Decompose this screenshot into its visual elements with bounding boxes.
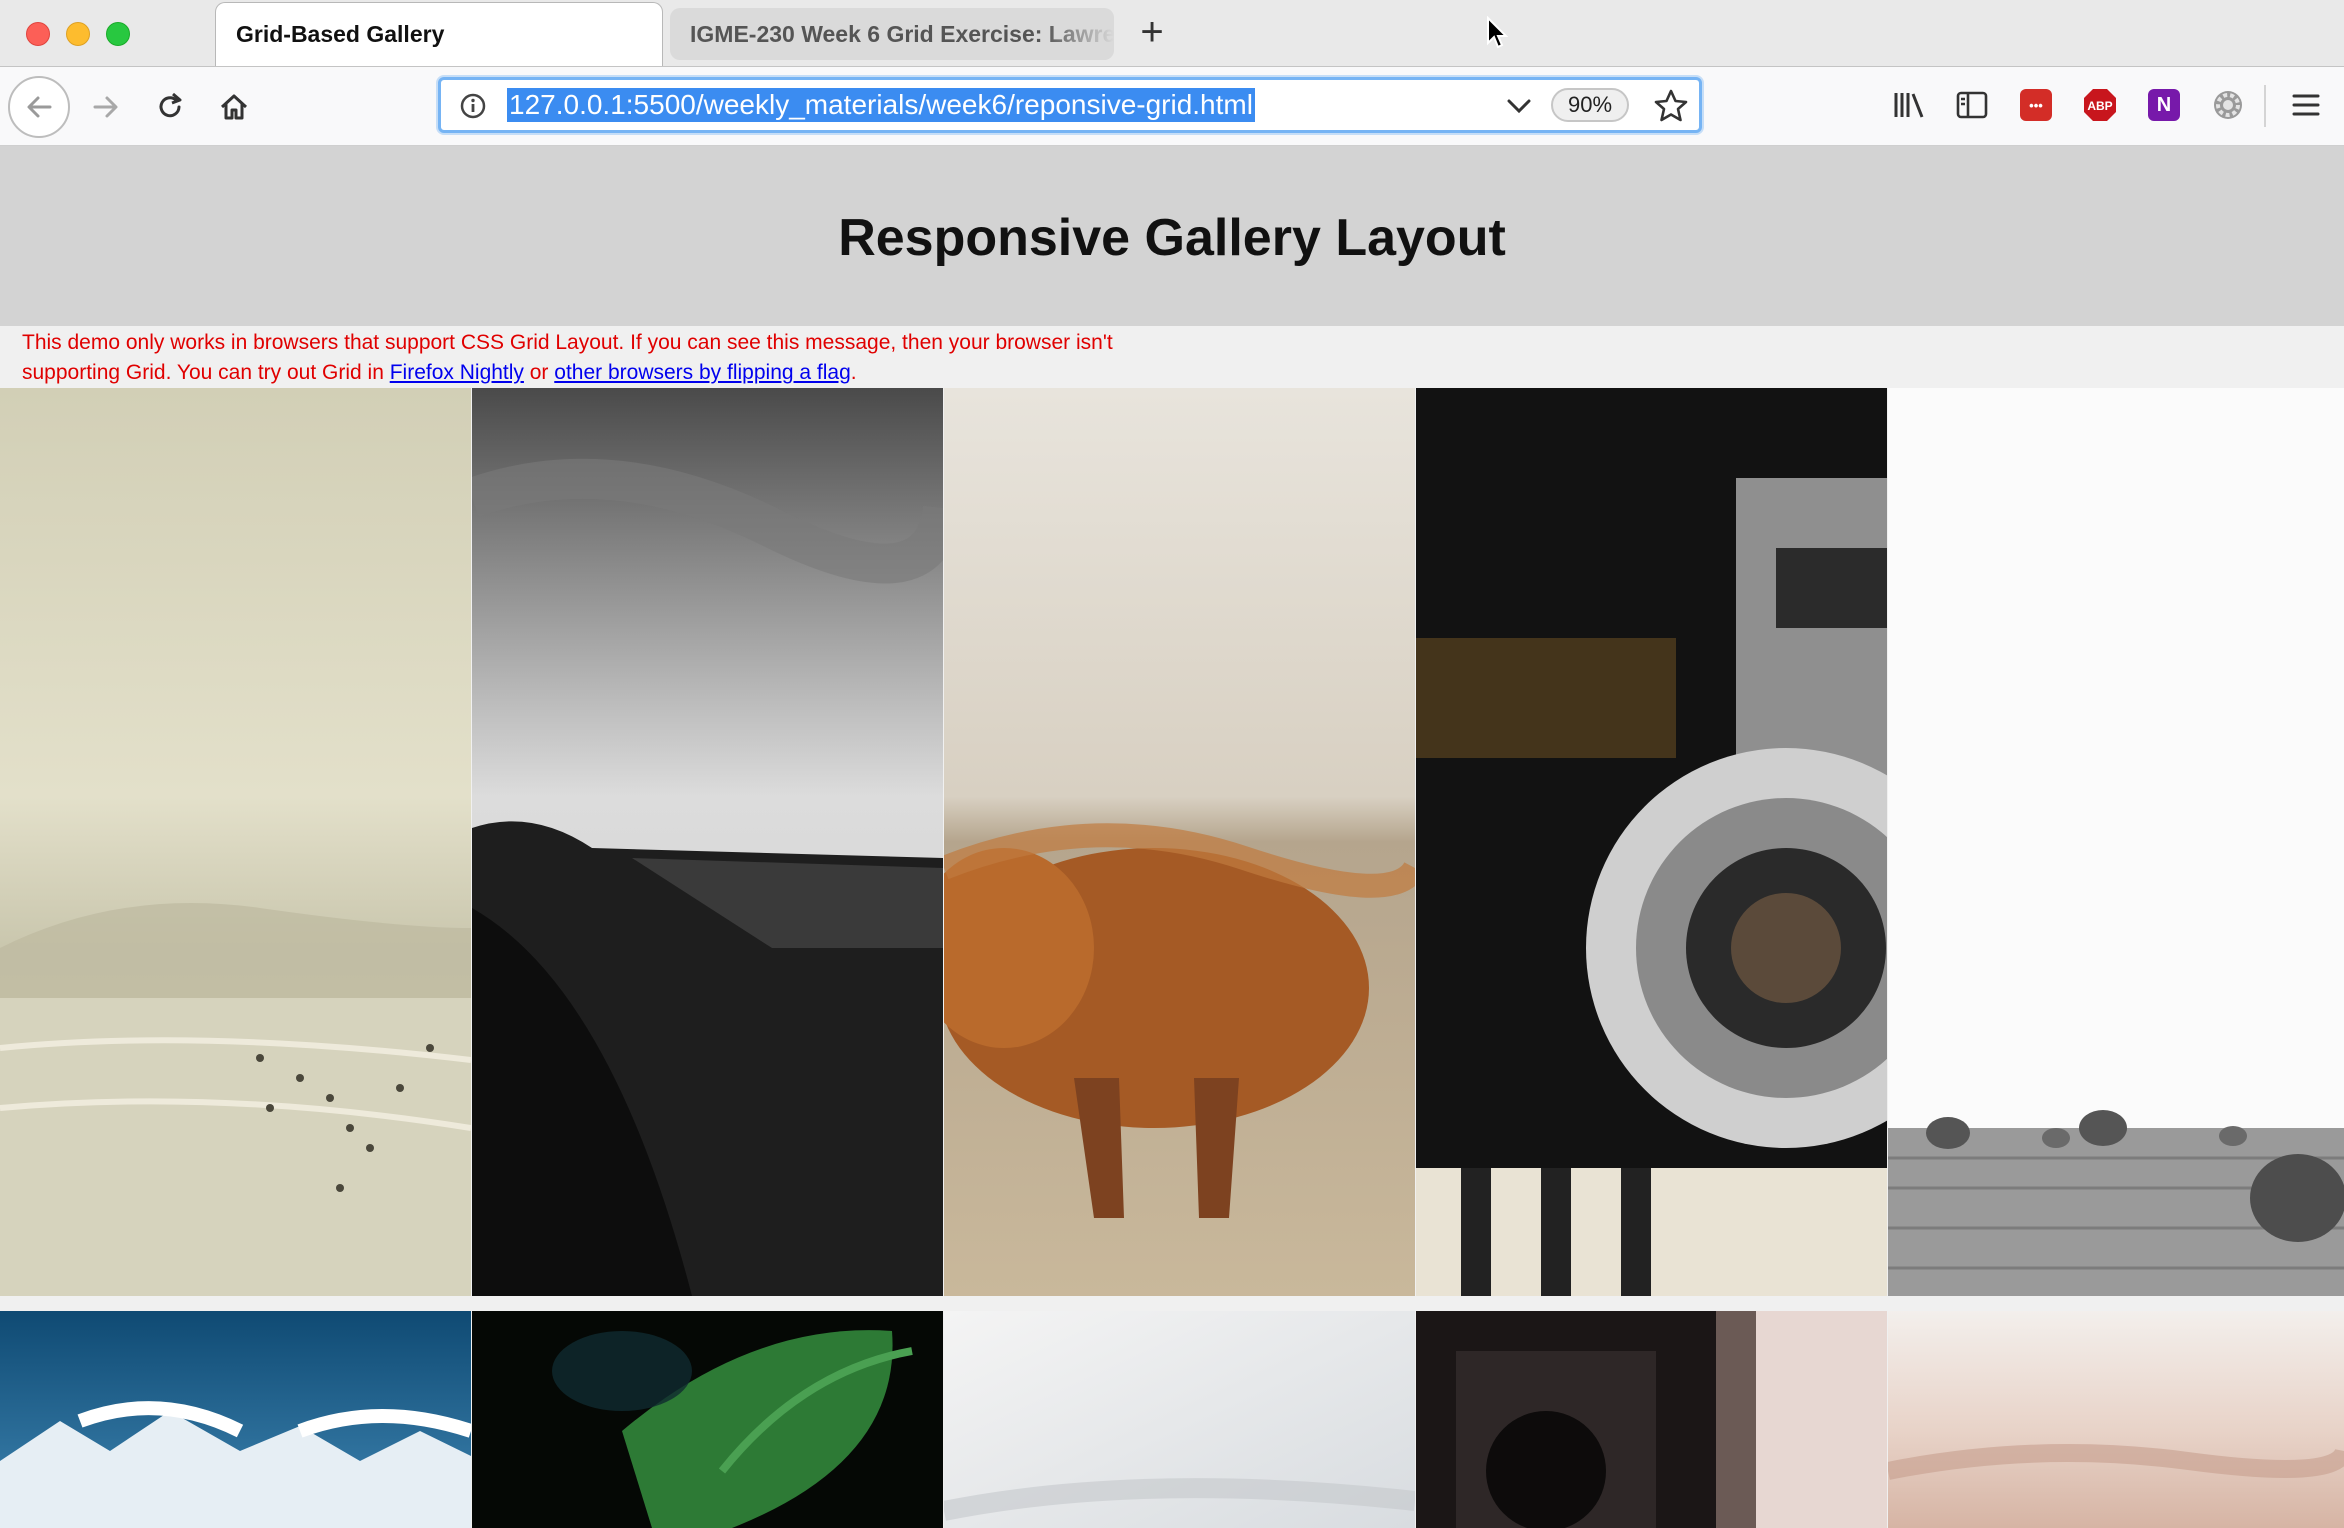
navigation-toolbar: 127.0.0.1:5500/weekly_materials/week6/re… [0,67,2344,146]
gallery-image-camera-closeup[interactable] [1416,1311,1887,1528]
library-button[interactable] [1890,85,1930,125]
new-tab-button[interactable]: + [1130,10,1174,54]
reload-button[interactable] [146,83,194,131]
sidebar-button[interactable] [1952,85,1992,125]
page-title: Responsive Gallery Layout [838,209,1506,267]
url-bar[interactable]: 127.0.0.1:5500/weekly_materials/week6/re… [438,77,1702,133]
tab-label: IGME-230 Week 6 Grid Exercise: Lawrence [690,21,1114,47]
onenote-button[interactable]: N [2144,85,2184,125]
maximize-window-button[interactable] [106,22,130,46]
extension-gear-icon [2214,91,2242,119]
back-button[interactable] [8,76,70,138]
dropdown-icon[interactable] [1503,92,1535,120]
notice-text-2: or [523,361,555,384]
home-button[interactable] [210,83,258,131]
tab-igme-230[interactable]: IGME-230 Week 6 Grid Exercise: Lawrence [670,8,1114,60]
gallery-image-beach[interactable] [0,388,471,1296]
extension-gear-button[interactable] [2208,85,2248,125]
tab-label: Grid-Based Gallery [236,21,445,47]
zoom-level-badge[interactable]: 90% [1551,88,1629,122]
gallery-image-sunset[interactable] [1888,1311,2344,1528]
toolbar-divider [2264,85,2266,127]
gallery-image-sky[interactable] [944,1311,1415,1528]
forward-icon [93,96,118,118]
back-icon [27,96,52,118]
hamburger-menu-icon [2292,94,2320,116]
lastpass-button[interactable]: ••• [2016,85,2056,125]
gallery-image-hay-bales[interactable] [1888,388,2344,1296]
forward-button[interactable] [82,83,130,131]
minimize-window-button[interactable] [66,22,90,46]
reload-icon [159,92,182,118]
flip-flag-link[interactable]: other browsers by flipping a flag [554,361,851,384]
menu-button[interactable] [2286,85,2326,125]
gallery-image-highland-cow[interactable] [944,388,1415,1296]
notice-text-3: . [850,361,857,384]
onenote-icon: N [2148,89,2180,121]
grid-support-notice: This demo only works in browsers that su… [22,328,1122,388]
adblock-icon: ABP [2084,89,2116,121]
bookmark-star-icon[interactable] [1653,88,1689,124]
url-text[interactable]: 127.0.0.1:5500/weekly_materials/week6/re… [507,88,1255,122]
adblock-button[interactable]: ABP [2080,85,2120,125]
adblock-label: ABP [2087,99,2112,113]
library-icon [1894,93,1924,118]
gallery-image-leaf[interactable] [472,1311,943,1528]
gallery-image-mountain[interactable] [0,1311,471,1528]
info-icon[interactable] [459,92,487,120]
tab-grid-based-gallery[interactable]: Grid-Based Gallery [215,2,663,66]
mouse-cursor-icon [1487,16,1508,49]
home-icon [220,94,248,120]
firefox-nightly-link[interactable]: Firefox Nightly [390,361,524,384]
gallery-image-vintage-camera[interactable] [1416,388,1887,1296]
gallery-image-cliff-bw[interactable] [472,388,943,1296]
tab-strip: Grid-Based Gallery IGME-230 Week 6 Grid … [0,0,2344,67]
close-window-button[interactable] [26,22,50,46]
lastpass-icon: ••• [2020,89,2052,121]
sidebar-icon [1956,91,1988,119]
